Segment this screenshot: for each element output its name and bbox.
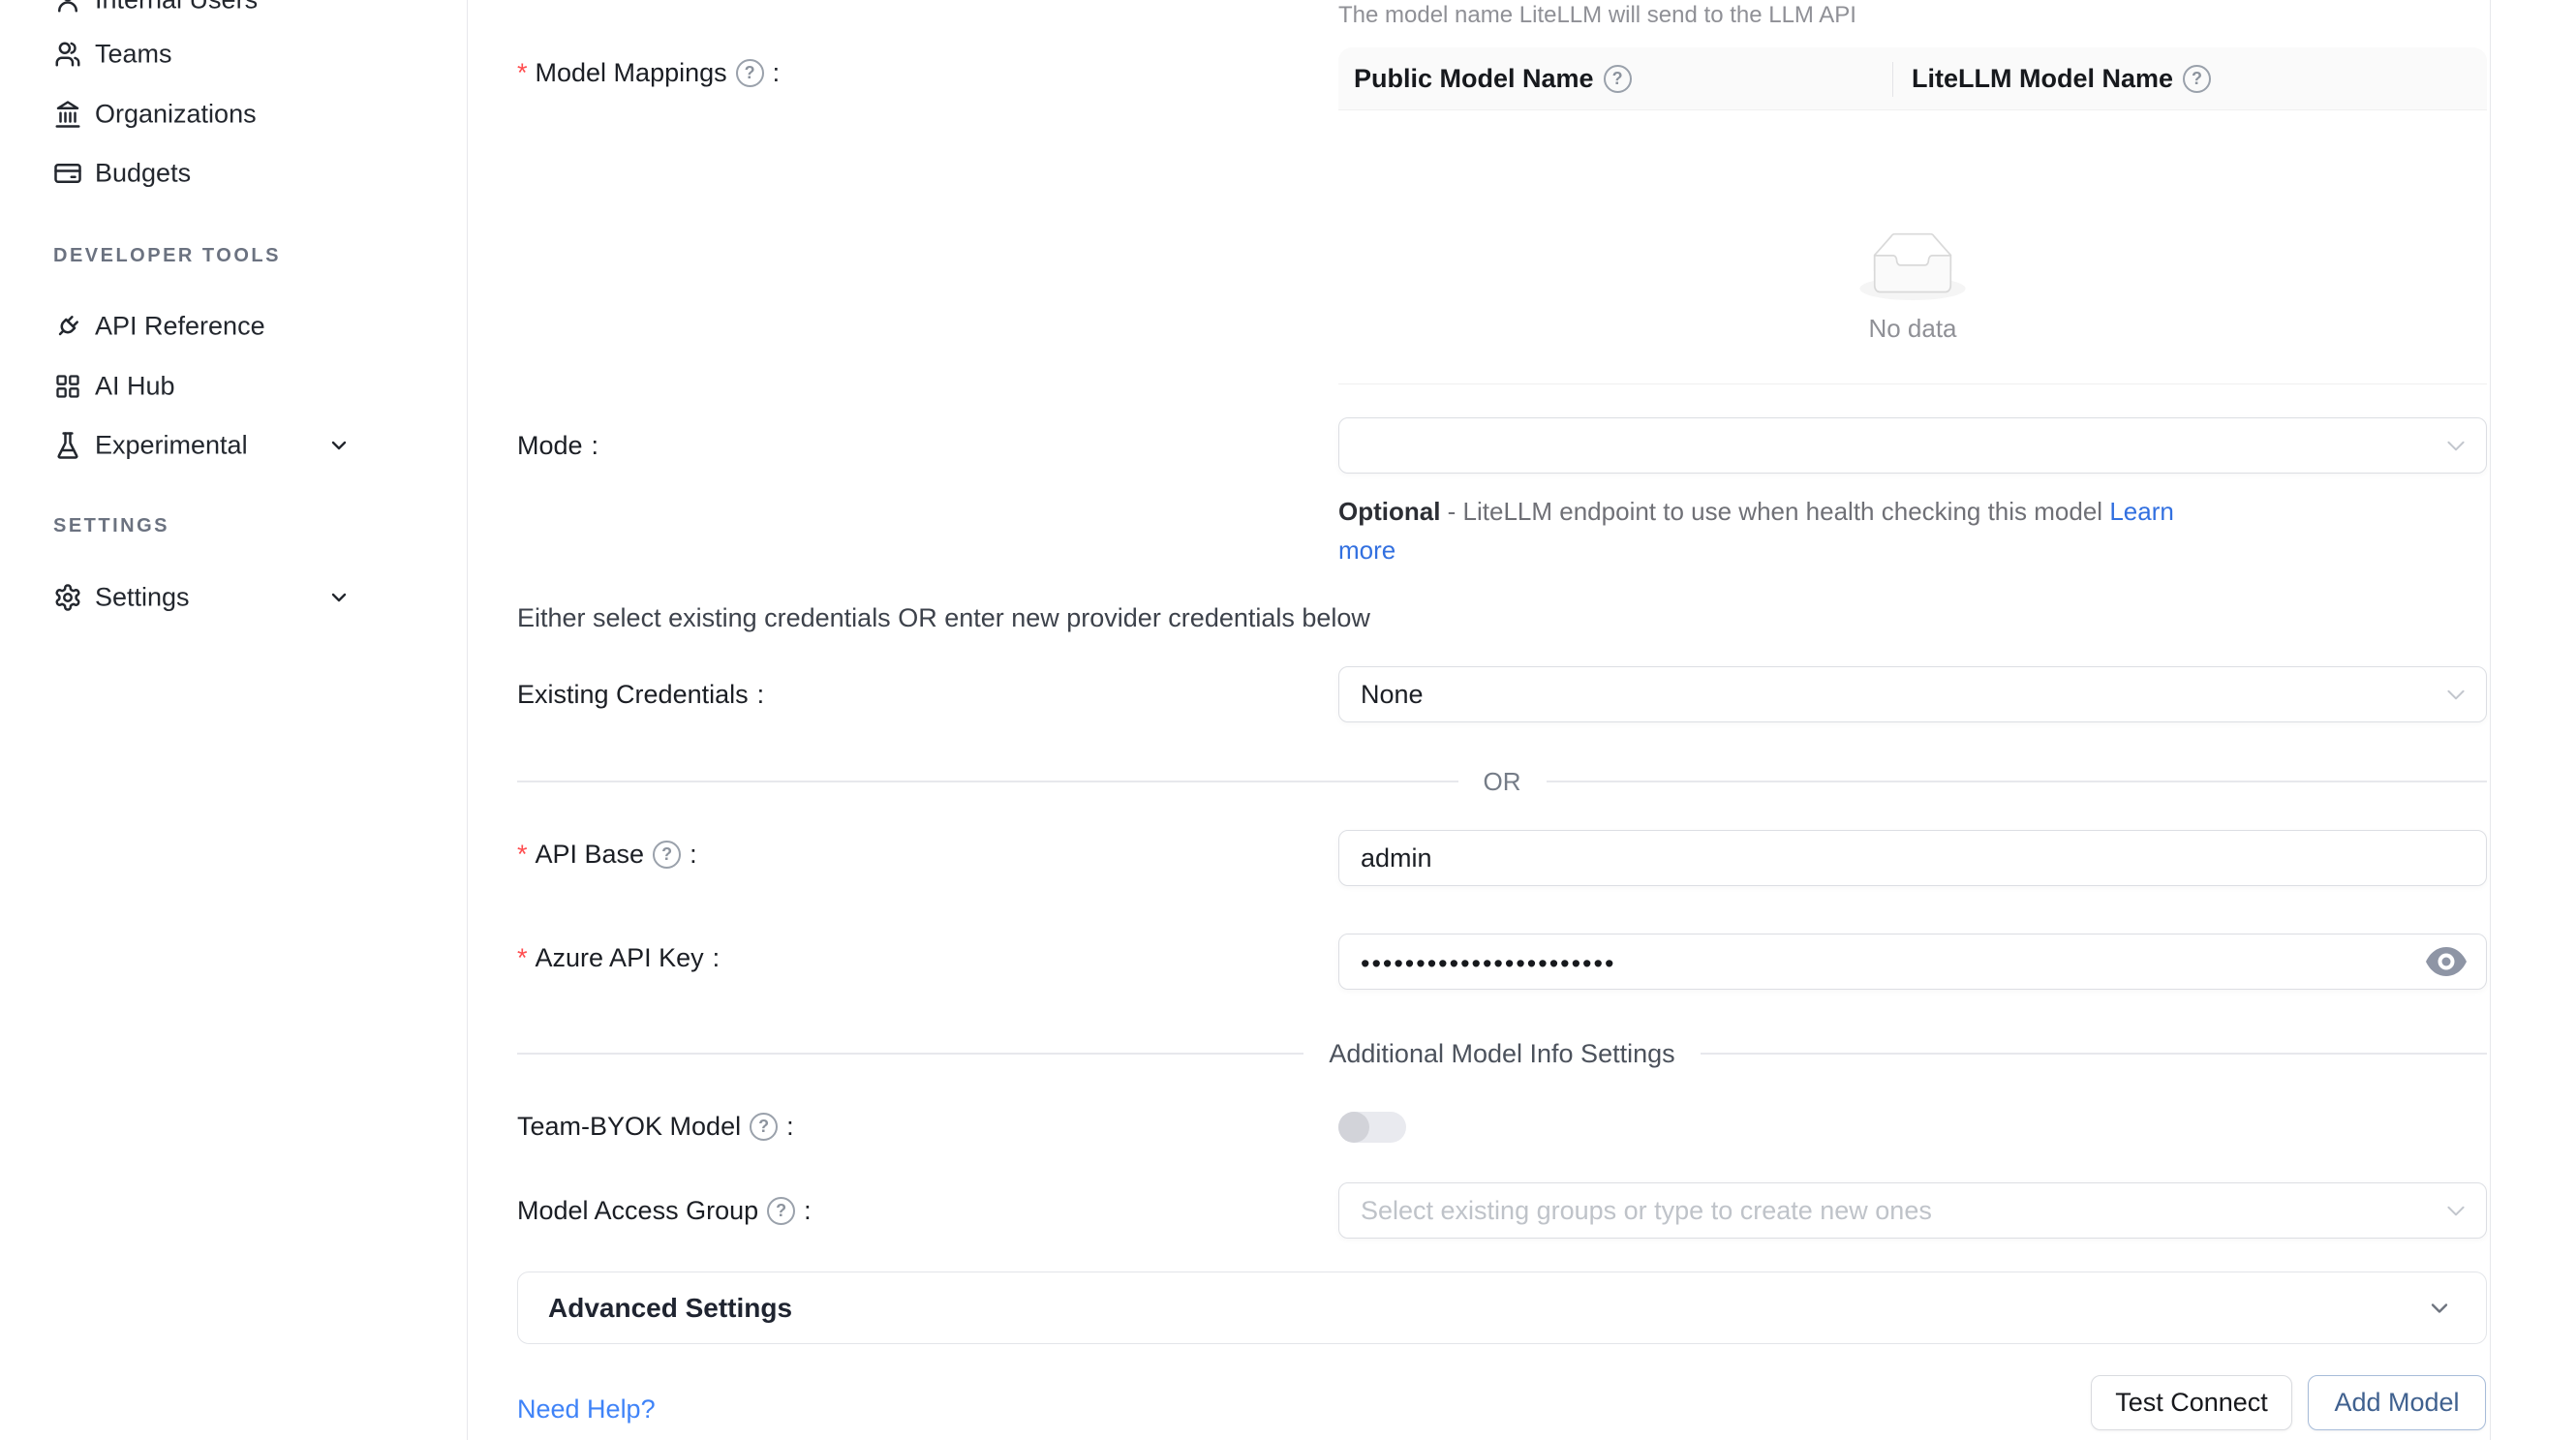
team-byok-label: Team-BYOK Model ? : bbox=[517, 1107, 794, 1146]
sidebar-item-label: Internal Users bbox=[95, 0, 258, 15]
divider-line bbox=[517, 781, 1458, 782]
empty-state: No data bbox=[1338, 232, 2487, 344]
mode-label: Mode : bbox=[517, 426, 598, 465]
divider-line bbox=[1547, 781, 2488, 782]
empty-box-icon bbox=[1859, 232, 1966, 300]
help-icon[interactable]: ? bbox=[767, 1197, 795, 1225]
gear-icon bbox=[53, 583, 82, 612]
sidebar-item-label: Experimental bbox=[95, 431, 248, 461]
sidebar-item-label: Teams bbox=[95, 40, 172, 70]
sidebar-item-label: Budgets bbox=[95, 159, 191, 189]
chevron-down-icon bbox=[327, 586, 351, 609]
credit-card-icon bbox=[53, 159, 82, 188]
eye-icon[interactable] bbox=[2426, 947, 2467, 976]
additional-info-divider: Additional Model Info Settings bbox=[517, 1034, 2487, 1073]
model-name-helper-text: The model name LiteLLM will send to the … bbox=[1338, 2, 1856, 29]
or-divider: OR bbox=[517, 762, 2487, 801]
sidebar-item-settings[interactable]: Settings bbox=[0, 567, 467, 628]
sidebar-section-settings: SETTINGS bbox=[53, 512, 169, 539]
users-icon bbox=[53, 40, 82, 69]
sidebar-item-teams[interactable]: Teams bbox=[0, 24, 467, 84]
help-icon[interactable]: ? bbox=[1604, 65, 1632, 93]
grid-icon bbox=[53, 372, 82, 401]
sidebar-item-organizations[interactable]: Organizations bbox=[0, 84, 467, 144]
sidebar-item-experimental[interactable]: Experimental bbox=[0, 415, 467, 475]
model-mappings-label: * Model Mappings ? : bbox=[517, 53, 780, 92]
empty-state-text: No data bbox=[1868, 314, 1956, 344]
sidebar-section-developer-tools: DEVELOPER TOOLS bbox=[53, 242, 281, 269]
azure-api-key-input[interactable]: ••••••••••••••••••••••• bbox=[1338, 934, 2487, 990]
sidebar-item-label: Organizations bbox=[95, 100, 257, 130]
advanced-settings-label: Advanced Settings bbox=[548, 1293, 792, 1324]
table-header-row: Public Model Name ? LiteLLM Model Name ? bbox=[1338, 47, 2487, 110]
sidebar: Internal Users Teams Organizations Budge… bbox=[0, 0, 468, 1440]
azure-api-key-masked-value: ••••••••••••••••••••••• bbox=[1361, 949, 1615, 979]
chevron-down-icon bbox=[2443, 1198, 2469, 1223]
model-access-group-label: Model Access Group ? : bbox=[517, 1191, 812, 1230]
azure-api-key-label: * Azure API Key : bbox=[517, 938, 720, 977]
existing-credentials-select[interactable]: None bbox=[1338, 666, 2487, 722]
column-header-public-model-name: Public Model Name ? bbox=[1354, 47, 1632, 110]
flask-icon bbox=[53, 431, 82, 460]
team-byok-toggle[interactable] bbox=[1338, 1112, 1406, 1143]
help-icon[interactable]: ? bbox=[2183, 65, 2211, 93]
existing-credentials-value: None bbox=[1361, 680, 1424, 710]
help-icon[interactable]: ? bbox=[653, 841, 681, 869]
add-model-button[interactable]: Add Model bbox=[2308, 1375, 2486, 1430]
divider-line bbox=[1701, 1053, 2487, 1055]
test-connect-button[interactable]: Test Connect bbox=[2091, 1375, 2292, 1430]
required-mark: * bbox=[517, 943, 528, 973]
api-base-input[interactable]: admin bbox=[1338, 830, 2487, 886]
existing-credentials-label: Existing Credentials : bbox=[517, 675, 764, 714]
extra-bold: Optional bbox=[1338, 497, 1440, 526]
help-icon[interactable]: ? bbox=[750, 1113, 778, 1141]
bank-icon bbox=[53, 100, 82, 129]
sidebar-item-label: AI Hub bbox=[95, 372, 175, 402]
model-access-group-placeholder: Select existing groups or type to create… bbox=[1361, 1196, 1932, 1226]
additional-info-divider-text: Additional Model Info Settings bbox=[1303, 1039, 1700, 1069]
user-icon bbox=[53, 0, 82, 15]
chevron-down-icon bbox=[2426, 1295, 2453, 1322]
table-body: No data bbox=[1338, 110, 2487, 384]
toggle-knob bbox=[1338, 1112, 1369, 1143]
column-separator bbox=[1892, 62, 1893, 97]
mode-extra-help: Optional - LiteLLM endpoint to use when … bbox=[1338, 492, 2191, 569]
sidebar-item-label: API Reference bbox=[95, 312, 265, 342]
mode-select[interactable] bbox=[1338, 417, 2487, 474]
or-divider-text: OR bbox=[1458, 767, 1547, 797]
model-access-group-select[interactable]: Select existing groups or type to create… bbox=[1338, 1182, 2487, 1239]
need-help-link[interactable]: Need Help? bbox=[517, 1394, 656, 1425]
plug-icon bbox=[53, 312, 82, 341]
sidebar-item-api-reference[interactable]: API Reference bbox=[0, 296, 467, 356]
add-model-page: Internal Users Teams Organizations Budge… bbox=[0, 0, 2576, 1440]
sidebar-item-ai-hub[interactable]: AI Hub bbox=[0, 356, 467, 416]
advanced-settings-panel[interactable]: Advanced Settings bbox=[517, 1271, 2487, 1344]
api-base-value: admin bbox=[1361, 843, 1432, 873]
add-model-form: The model name LiteLLM will send to the … bbox=[468, 0, 2491, 1440]
chevron-down-icon bbox=[327, 434, 351, 457]
help-icon[interactable]: ? bbox=[736, 59, 764, 87]
api-base-label: * API Base ? : bbox=[517, 835, 697, 873]
required-mark: * bbox=[517, 840, 528, 870]
sidebar-item-label: Settings bbox=[95, 583, 190, 613]
divider-line bbox=[517, 1053, 1303, 1055]
model-mappings-table: Public Model Name ? LiteLLM Model Name ?… bbox=[1338, 47, 2487, 384]
column-header-litellm-model-name: LiteLLM Model Name ? bbox=[1912, 47, 2211, 110]
extra-text: - LiteLLM endpoint to use when health ch… bbox=[1440, 497, 2109, 526]
credentials-note: Either select existing credentials OR en… bbox=[517, 603, 1370, 633]
required-mark: * bbox=[517, 58, 528, 88]
sidebar-item-budgets[interactable]: Budgets bbox=[0, 143, 467, 203]
chevron-down-icon bbox=[2443, 682, 2469, 707]
chevron-down-icon bbox=[2443, 433, 2469, 458]
